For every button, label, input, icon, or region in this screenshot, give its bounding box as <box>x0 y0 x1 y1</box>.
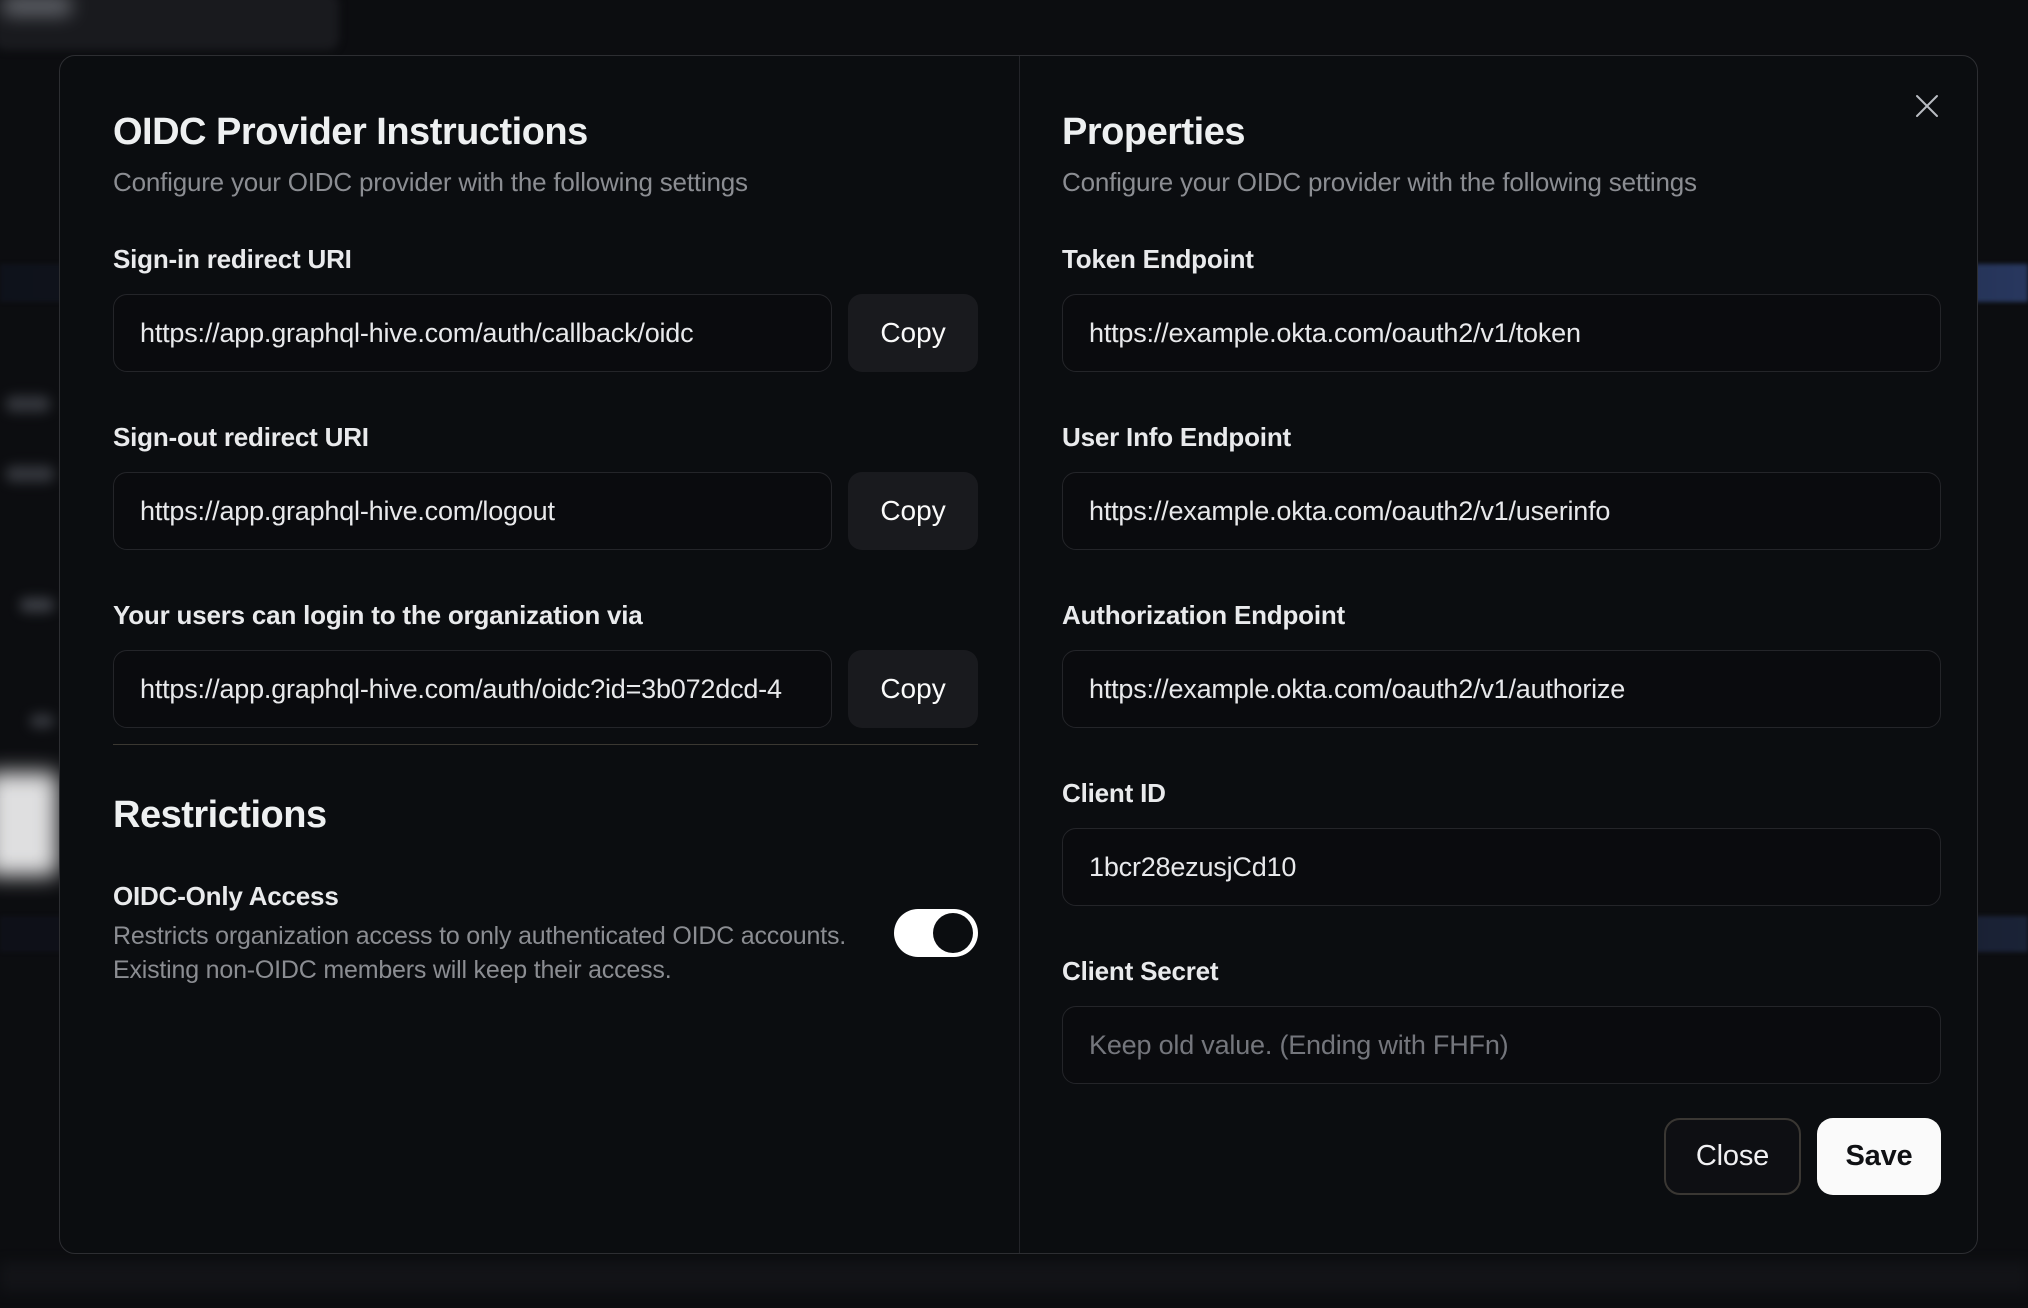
login-url-label: Your users can login to the organization… <box>113 600 643 630</box>
blurred-background-text <box>6 466 54 482</box>
description-line: Restricts organization access to only au… <box>113 922 847 950</box>
client-secret-input[interactable] <box>1062 1006 1941 1084</box>
instructions-title: OIDC Provider Instructions <box>113 111 588 153</box>
sign-in-redirect-input[interactable] <box>113 294 833 372</box>
client-secret-label: Client Secret <box>1062 956 1219 986</box>
login-url-row: Copy <box>113 650 979 728</box>
oidc-only-toggle[interactable] <box>894 909 979 957</box>
close-icon[interactable] <box>1913 92 1941 120</box>
user-info-endpoint-input[interactable] <box>1062 472 1941 550</box>
authorization-endpoint-row <box>1062 650 1941 728</box>
token-endpoint-label: Token Endpoint <box>1062 244 1254 274</box>
copy-sign-out-button[interactable]: Copy <box>848 472 979 550</box>
properties-title: Properties <box>1062 111 1245 153</box>
token-endpoint-row <box>1062 294 1941 372</box>
login-url-input[interactable] <box>113 650 833 728</box>
sign-out-redirect-input[interactable] <box>113 472 833 550</box>
dialog-actions: Close Save <box>1062 1118 1941 1195</box>
copy-sign-in-button[interactable]: Copy <box>848 294 979 372</box>
oidc-only-access-description: Restricts organization access to only au… <box>113 919 864 987</box>
blurred-background-logo <box>2 0 72 16</box>
oidc-settings-dialog: OIDC Provider Instructions Configure you… <box>59 55 1978 1254</box>
toggle-knob <box>933 913 974 953</box>
authorization-endpoint-input[interactable] <box>1062 650 1941 728</box>
blurred-background-text <box>30 714 54 728</box>
authorization-endpoint-label: Authorization Endpoint <box>1062 600 1345 630</box>
sign-out-redirect-row: Copy <box>113 472 979 550</box>
instructions-subtitle: Configure your OIDC provider with the fo… <box>113 167 748 197</box>
user-info-endpoint-row <box>1062 472 1941 550</box>
close-button[interactable]: Close <box>1664 1118 1801 1195</box>
blurred-background-text <box>20 598 54 612</box>
description-line: Existing non-OIDC members will keep thei… <box>113 956 672 984</box>
blurred-background-text <box>6 396 50 412</box>
properties-subtitle: Configure your OIDC provider with the fo… <box>1062 167 1697 197</box>
client-id-row <box>1062 828 1941 906</box>
client-secret-row <box>1062 1006 1941 1084</box>
blurred-background-button <box>0 772 58 876</box>
instructions-column: OIDC Provider Instructions Configure you… <box>60 56 1019 1253</box>
properties-column: Properties Configure your OIDC provider … <box>1019 56 1977 1253</box>
client-id-input[interactable] <box>1062 828 1941 906</box>
restrictions-title: Restrictions <box>113 794 327 836</box>
oidc-only-access-row: OIDC-Only Access Restricts organization … <box>113 879 979 987</box>
copy-login-url-button[interactable]: Copy <box>848 650 979 728</box>
background-divider-band <box>0 1262 2028 1292</box>
oidc-only-access-label: OIDC-Only Access <box>113 881 339 911</box>
user-info-endpoint-label: User Info Endpoint <box>1062 422 1291 452</box>
section-divider <box>113 744 979 745</box>
sign-in-redirect-row: Copy <box>113 294 979 372</box>
oidc-only-access-text: OIDC-Only Access Restricts organization … <box>113 879 894 987</box>
save-button[interactable]: Save <box>1817 1118 1941 1195</box>
sign-in-redirect-label: Sign-in redirect URI <box>113 244 352 274</box>
token-endpoint-input[interactable] <box>1062 294 1941 372</box>
sign-out-redirect-label: Sign-out redirect URI <box>113 422 369 452</box>
client-id-label: Client ID <box>1062 778 1166 808</box>
